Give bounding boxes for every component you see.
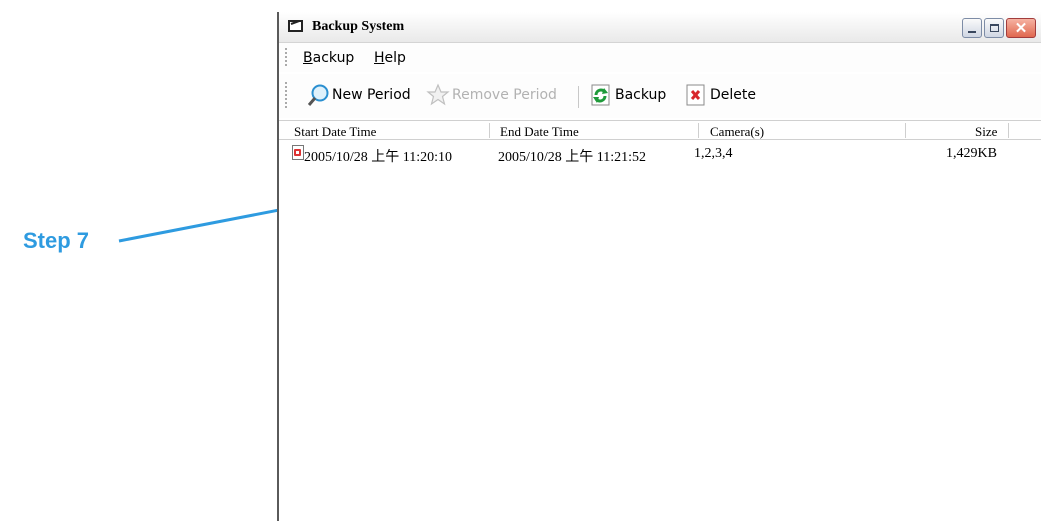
minimize-button[interactable]	[962, 18, 982, 38]
cell-start-date-time: 2005/10/28 上午 11:20:10	[304, 150, 453, 165]
step-label: Step 7	[23, 228, 90, 253]
toolbar: New Period Remove Period Backup Delete	[279, 74, 1041, 118]
column-divider[interactable]	[489, 123, 490, 138]
column-divider[interactable]	[1008, 123, 1009, 138]
cell-size: 1,429KB	[946, 146, 997, 161]
menu-backup[interactable]: Backup	[303, 50, 354, 66]
column-end-date-time[interactable]: End Date Time	[500, 124, 579, 140]
maximize-icon	[985, 19, 1003, 37]
app-icon	[288, 20, 303, 32]
delete-label: Delete	[710, 87, 756, 103]
column-start-date-time[interactable]: Start Date Time	[294, 124, 376, 140]
window-title: Backup System	[312, 19, 405, 34]
backup-file-icon	[292, 145, 304, 160]
cell-end-date-time: 2005/10/28 上午 11:21:52	[498, 150, 647, 165]
close-button[interactable]: ✕	[1006, 18, 1036, 38]
maximize-button[interactable]	[984, 18, 1004, 38]
delete-button[interactable]: Delete	[684, 80, 756, 110]
remove-period-label: Remove Period	[452, 87, 557, 103]
column-cameras[interactable]: Camera(s)	[710, 124, 764, 140]
delete-icon	[684, 83, 708, 107]
backup-label: Backup	[615, 87, 667, 103]
close-icon: ✕	[1014, 20, 1028, 37]
new-period-label: New Period	[332, 87, 411, 103]
menu-help[interactable]: Help	[374, 50, 406, 66]
refresh-icon	[589, 83, 613, 107]
magnifier-icon	[306, 83, 330, 107]
star-icon	[426, 83, 450, 107]
column-size[interactable]: Size	[975, 124, 997, 140]
cell-cameras: 1,2,3,4	[694, 146, 733, 161]
backup-button[interactable]: Backup	[589, 80, 666, 110]
table-row[interactable]: 2005/10/28 上午 11:20:10 2005/10/28 上午 11:…	[279, 142, 1041, 165]
menu-bar: Backup Help	[279, 43, 1041, 72]
title-bar[interactable]: Backup System ✕	[279, 12, 1041, 43]
new-period-button[interactable]: New Period	[306, 80, 411, 110]
remove-period-button[interactable]: Remove Period	[426, 80, 557, 110]
backup-period-list[interactable]: Start Date Time End Date Time Camera(s) …	[279, 120, 1041, 521]
column-divider[interactable]	[905, 123, 906, 138]
list-header: Start Date Time End Date Time Camera(s) …	[279, 120, 1041, 140]
toolbar-grip[interactable]	[285, 82, 287, 110]
toolbar-separator	[578, 86, 579, 108]
menu-grip[interactable]	[285, 48, 287, 68]
minimize-icon	[963, 19, 981, 37]
column-divider[interactable]	[698, 123, 699, 138]
backup-system-window: Backup System ✕ Backup Help New Period R…	[277, 12, 1041, 521]
